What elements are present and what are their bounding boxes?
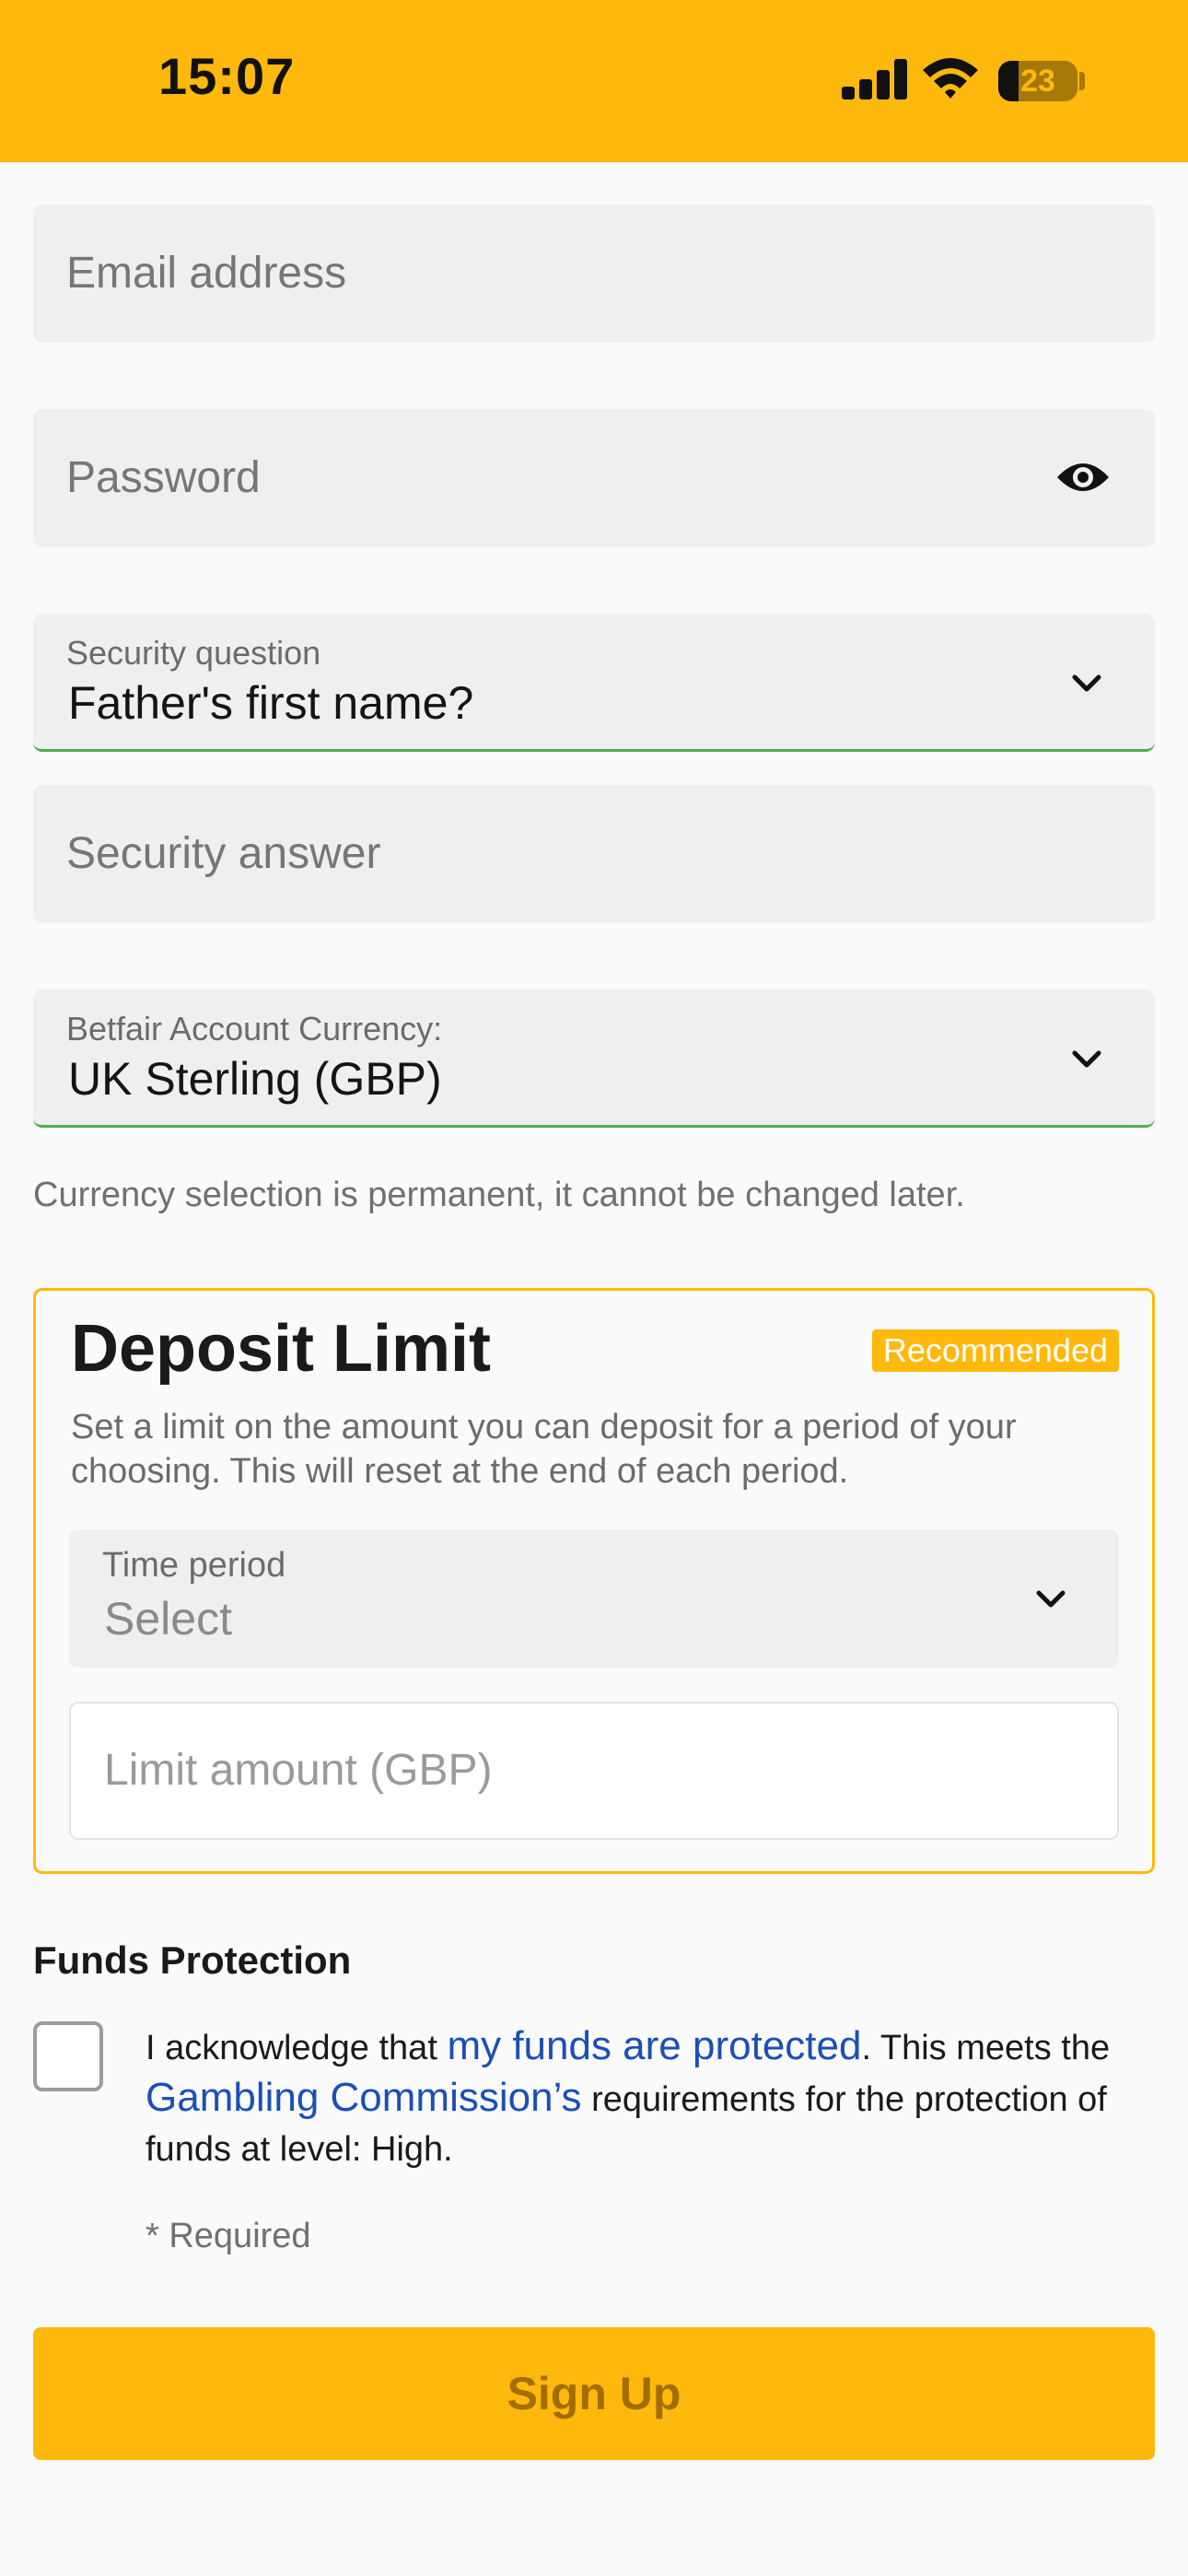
deposit-limit-title: Deposit Limit [71, 1312, 492, 1386]
security-answer-field[interactable]: Security answer [33, 785, 1155, 923]
chevron-down-icon [1072, 1050, 1101, 1068]
ack-prefix: I acknowledge that [146, 2029, 448, 2067]
funds-protected-link[interactable]: my funds are protected [447, 2023, 861, 2068]
email-field[interactable]: Email address [33, 205, 1155, 343]
currency-value: UK Sterling (GBP) [68, 1053, 442, 1105]
show-password-eye-icon[interactable] [1055, 457, 1111, 498]
security-question-value: Father's first name? [68, 677, 474, 729]
cellular-signal-icon [842, 59, 907, 100]
funds-protection-checkbox[interactable] [33, 2021, 103, 2091]
clock: 15:07 [158, 47, 296, 105]
battery-level: 23 [1020, 64, 1055, 99]
security-question-label: Security question [66, 634, 321, 672]
deposit-limit-card: Deposit Limit Recommended Set a limit on… [33, 1288, 1155, 1874]
funds-protection-title: Funds Protection [33, 1938, 352, 1982]
security-question-select[interactable]: Security question Father's first name? [33, 614, 1155, 752]
chevron-down-icon [1036, 1590, 1066, 1608]
currency-select[interactable]: Betfair Account Currency: UK Sterling (G… [33, 989, 1155, 1128]
gambling-commission-link[interactable]: Gambling Commission’s [146, 2075, 582, 2120]
recommended-badge: Recommended [871, 1329, 1119, 1372]
battery-icon: 23 [998, 61, 1077, 101]
email-placeholder: Email address [66, 249, 347, 298]
ack-mid: . This meets the [861, 2029, 1111, 2067]
currency-note: Currency selection is permanent, it cann… [33, 1176, 965, 1214]
time-period-value: Select [104, 1593, 232, 1645]
required-note: * Required [146, 2217, 311, 2255]
limit-amount-placeholder: Limit amount (GBP) [104, 1746, 493, 1795]
sign-up-button[interactable]: Sign Up [33, 2327, 1155, 2460]
limit-amount-field[interactable]: Limit amount (GBP) [69, 1702, 1119, 1840]
battery-cap [1079, 72, 1085, 90]
sign-up-label: Sign Up [507, 2368, 681, 2419]
deposit-limit-description: Set a limit on the amount you can deposi… [71, 1408, 1017, 1491]
wifi-icon [923, 58, 978, 99]
security-answer-placeholder: Security answer [66, 829, 381, 878]
password-placeholder: Password [66, 453, 261, 502]
chevron-down-icon [1072, 674, 1101, 692]
currency-label: Betfair Account Currency: [66, 1010, 443, 1048]
time-period-label: Time period [102, 1546, 286, 1585]
status-bar: 15:07 23 [0, 0, 1188, 162]
funds-protection-acknowledgement: I acknowledge that my funds are protecte… [146, 2021, 1140, 2174]
password-field[interactable]: Password [33, 409, 1155, 547]
time-period-select[interactable]: Time period Select [69, 1529, 1119, 1668]
